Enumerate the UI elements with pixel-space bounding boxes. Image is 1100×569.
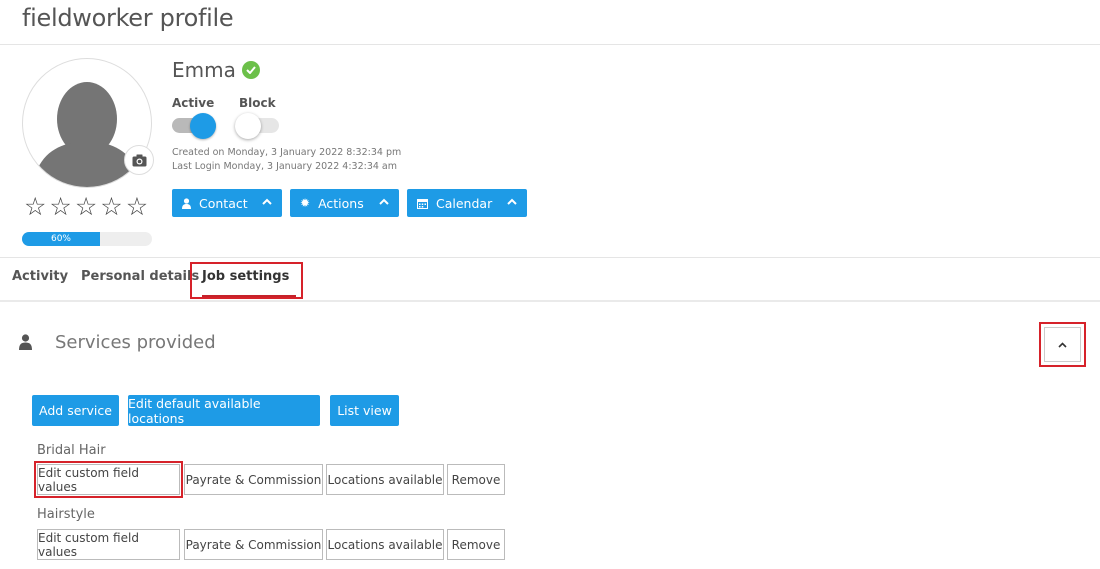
- section-title: Services provided: [55, 332, 216, 353]
- chevron-up-icon: [1058, 341, 1067, 348]
- calendar-label: Calendar: [436, 195, 493, 211]
- camera-icon: [132, 154, 146, 166]
- last-login-date: Last Login Monday, 3 January 2022 4:32:3…: [172, 161, 398, 172]
- active-toggle[interactable]: [172, 113, 216, 139]
- tab-personal-details[interactable]: Personal details: [81, 269, 199, 284]
- highlight-edit-custom-field-values: [34, 461, 183, 498]
- star-icon[interactable]: ☆: [24, 194, 46, 219]
- list-view-button[interactable]: List view: [330, 395, 399, 426]
- edit-default-locations-button[interactable]: Edit default available locations: [128, 395, 320, 426]
- star-icon[interactable]: ☆: [75, 194, 97, 219]
- profile-progress-fill: 60%: [22, 232, 100, 246]
- tab-activity[interactable]: Activity: [12, 269, 68, 284]
- collapse-section-button[interactable]: [1044, 327, 1081, 362]
- header-divider: [0, 44, 1100, 45]
- progress-label: 60%: [50, 234, 71, 244]
- calendar-icon: [417, 198, 428, 209]
- page-title: fieldworker profile: [22, 4, 234, 32]
- calendar-dropdown-button[interactable]: Calendar: [407, 189, 527, 217]
- chevron-up-icon: [379, 198, 389, 205]
- actions-label: Actions: [318, 195, 364, 211]
- star-icon[interactable]: ☆: [100, 194, 122, 219]
- user-name-text: Emma: [172, 58, 236, 82]
- contact-dropdown-button[interactable]: Contact: [172, 189, 282, 217]
- service-name: Hairstyle: [37, 507, 95, 522]
- payrate-commission-button[interactable]: Payrate & Commission: [184, 529, 323, 560]
- change-photo-button[interactable]: [124, 145, 154, 175]
- locations-available-button[interactable]: Locations available: [326, 529, 444, 560]
- profile-divider: [0, 257, 1100, 258]
- star-icon[interactable]: ☆: [126, 194, 148, 219]
- add-service-button[interactable]: Add service: [32, 395, 119, 426]
- edit-custom-field-values-button[interactable]: Edit custom field values: [37, 529, 180, 560]
- block-toggle[interactable]: [235, 113, 279, 139]
- user-icon: [182, 197, 191, 209]
- verified-check-icon: [241, 61, 260, 79]
- gear-icon: ✹: [300, 196, 311, 210]
- actions-dropdown-button[interactable]: ✹ Actions: [290, 189, 399, 217]
- active-label: Active: [172, 96, 215, 110]
- star-icon[interactable]: ☆: [49, 194, 71, 219]
- tabs-divider: [0, 300, 1100, 302]
- profile-progress-bar: 60%: [22, 232, 152, 246]
- locations-available-button[interactable]: Locations available: [326, 464, 444, 495]
- remove-service-button[interactable]: Remove: [447, 529, 505, 560]
- user-name: Emma: [172, 58, 260, 82]
- rating-stars: ☆ ☆ ☆ ☆ ☆: [24, 194, 148, 219]
- highlight-tab-job-settings: [190, 262, 303, 299]
- user-icon: [19, 334, 32, 350]
- remove-service-button[interactable]: Remove: [447, 464, 505, 495]
- block-label: Block: [239, 96, 276, 110]
- chevron-up-icon: [507, 198, 517, 205]
- payrate-commission-button[interactable]: Payrate & Commission: [184, 464, 323, 495]
- contact-label: Contact: [199, 195, 248, 211]
- service-name: Bridal Hair: [37, 443, 106, 458]
- chevron-up-icon: [262, 198, 272, 205]
- created-date: Created on Monday, 3 January 2022 8:32:3…: [172, 147, 402, 158]
